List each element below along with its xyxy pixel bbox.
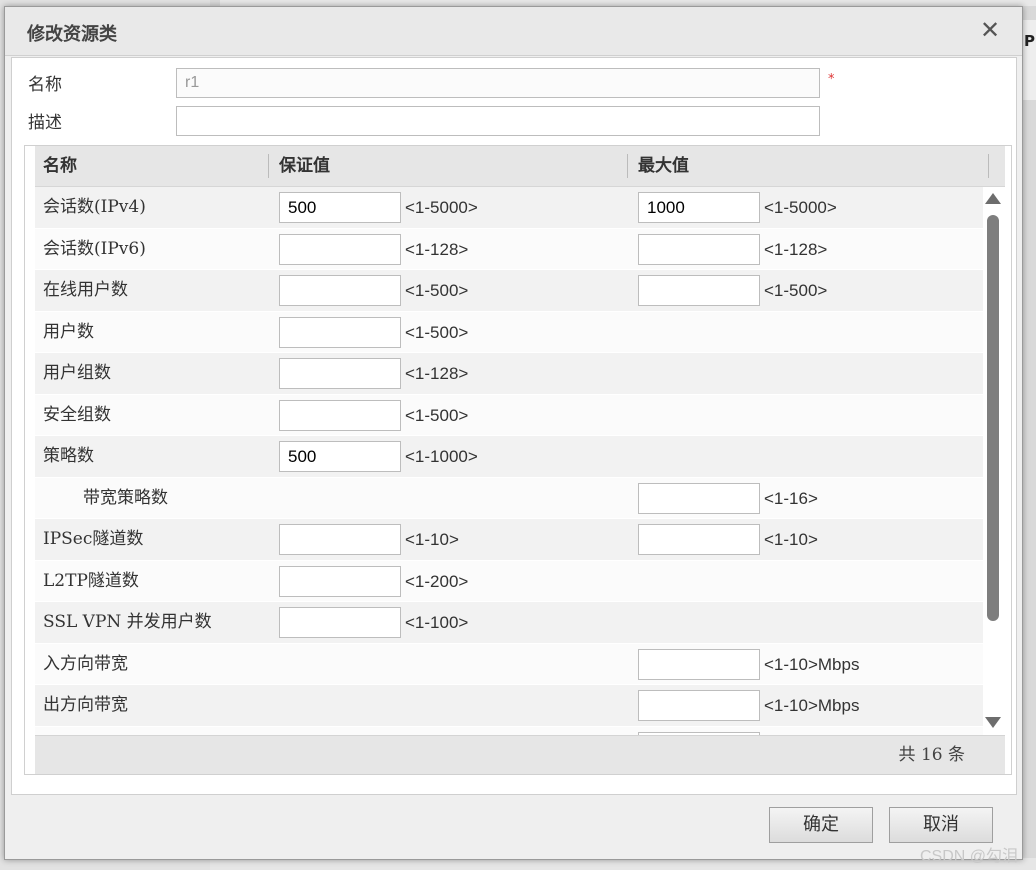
guaranteed-value-input[interactable] — [279, 399, 401, 431]
grid-body: 会话数(IPv4) <1-5000> <1-5000> 会话数(IPv6) <1-128… — [35, 187, 983, 735]
header-separator — [627, 154, 628, 178]
guaranteed-range: <1-200> — [405, 571, 469, 591]
max-value-input[interactable] — [638, 690, 760, 721]
dialog-content: 名称 * 描述 名称 保证值 最大值 会话数(IPv4) <1-5000> <1-5… — [11, 57, 1017, 795]
table-row: 安全组数 <1-500> — [35, 394, 983, 436]
max-range: <1-16> — [764, 488, 818, 508]
guaranteed-range: <1-1000> — [405, 447, 478, 466]
max-range: <1-5000> — [764, 198, 837, 217]
edit-resource-class-dialog: 修改资源类 ✕ 名称 * 描述 名称 保证值 最大值 会话数(IPv4) <1-5… — [4, 6, 1023, 860]
guaranteed-range: <1-128> — [405, 364, 469, 383]
guaranteed-range: <1-500> — [405, 281, 469, 300]
table-row: L2TP隧道数 <1-200> — [35, 560, 983, 602]
scroll-thumb[interactable] — [987, 215, 999, 621]
required-mark: * — [828, 72, 835, 87]
watermark: CSDN @勾泪 — [920, 848, 1019, 865]
guaranteed-value-input[interactable] — [279, 607, 401, 638]
row-name: 会话数(IPv6) — [43, 238, 146, 259]
table-row: IPSec隧道数 <1-10> <1-10> — [35, 519, 983, 561]
table-row: 会话数(IPv6) <1-128> <1-128> — [35, 228, 983, 270]
guaranteed-value-input[interactable] — [279, 316, 401, 348]
max-range: <1-10> — [764, 530, 818, 549]
row-name: 策略数 — [43, 446, 94, 466]
max-value-input[interactable] — [638, 482, 760, 514]
total-count: 共 16 条 — [898, 745, 965, 765]
row-name: 用户组数 — [43, 363, 111, 383]
table-row — [35, 726, 983, 735]
guaranteed-range: <1-5000> — [405, 198, 478, 217]
header-guaranteed: 保证值 — [279, 156, 330, 176]
max-range: <1-10>Mbps — [764, 696, 860, 715]
guaranteed-value-input[interactable] — [279, 358, 401, 389]
guaranteed-value-input[interactable] — [279, 524, 401, 555]
table-row: 用户组数 <1-128> — [35, 353, 983, 395]
table-row: 策略数 <1-1000> — [35, 436, 983, 478]
row-name: 出方向带宽 — [43, 695, 128, 715]
row-name: L2TP隧道数 — [43, 570, 139, 591]
header-separator — [268, 154, 269, 178]
guaranteed-range: <1-500> — [405, 322, 469, 342]
guaranteed-value-input[interactable] — [279, 275, 401, 306]
guaranteed-value-input[interactable] — [279, 565, 401, 597]
max-range: <1-128> — [764, 239, 828, 259]
cancel-button[interactable]: 取消 — [889, 807, 993, 843]
grid-header: 名称 保证值 最大值 — [35, 146, 1005, 187]
row-name: 在线用户数 — [43, 280, 128, 300]
row-name: 安全组数 — [43, 404, 111, 425]
max-value-input[interactable] — [638, 648, 760, 680]
guaranteed-range: <1-500> — [405, 405, 469, 425]
ok-button[interactable]: 确定 — [769, 807, 873, 843]
guaranteed-value-input[interactable] — [279, 192, 401, 223]
row-name: 带宽策略数 — [83, 487, 168, 508]
max-range: <1-500> — [764, 281, 828, 300]
header-separator — [988, 154, 989, 178]
table-row: SSL VPN 并发用户数 <1-100> — [35, 602, 983, 644]
table-row: 用户数 <1-500> — [35, 311, 983, 353]
max-value-input[interactable] — [638, 524, 760, 555]
scroll-up-icon[interactable] — [985, 193, 1001, 204]
guaranteed-range: <1-100> — [405, 613, 469, 632]
row-name: 用户数 — [43, 321, 94, 342]
row-name: 入方向带宽 — [43, 653, 128, 674]
row-name: SSL VPN 并发用户数 — [43, 612, 212, 632]
table-row: 带宽策略数 <1-16> — [35, 477, 983, 519]
guaranteed-value-input[interactable] — [279, 233, 401, 265]
table-row: 出方向带宽 <1-10>Mbps — [35, 685, 983, 727]
dialog-titlebar[interactable]: 修改资源类 ✕ — [5, 7, 1022, 56]
row-name: IPSec隧道数 — [43, 529, 144, 549]
close-icon[interactable]: ✕ — [978, 17, 1002, 43]
header-max: 最大值 — [638, 156, 689, 176]
dialog-title: 修改资源类 — [27, 24, 117, 45]
grid-footer: 共 16 条 — [35, 735, 1005, 774]
description-input[interactable] — [176, 106, 820, 136]
name-input[interactable] — [176, 68, 820, 98]
name-label: 名称 — [28, 75, 62, 95]
max-value-input[interactable] — [638, 275, 760, 306]
table-row: 在线用户数 <1-500> <1-500> — [35, 270, 983, 312]
guaranteed-range: <1-128> — [405, 239, 469, 259]
table-row: 会话数(IPv4) <1-5000> <1-5000> — [35, 187, 983, 229]
row-name: 会话数(IPv4) — [43, 197, 146, 217]
max-value-input[interactable] — [638, 233, 760, 265]
max-value-input[interactable] — [638, 192, 760, 223]
guaranteed-range: <1-10> — [405, 530, 459, 549]
grid-scrollbar[interactable] — [983, 187, 1005, 735]
resource-grid: 名称 保证值 最大值 会话数(IPv4)<1-5000><1-5000>会话数(… — [24, 145, 1012, 775]
background-column-label: P — [1024, 32, 1035, 50]
max-range: <1-10>Mbps — [764, 654, 860, 674]
header-name: 名称 — [43, 156, 77, 176]
table-row: 入方向带宽 <1-10>Mbps — [35, 643, 983, 685]
scroll-down-icon[interactable] — [985, 717, 1001, 728]
description-label: 描述 — [28, 113, 62, 133]
guaranteed-value-input[interactable] — [279, 441, 401, 472]
